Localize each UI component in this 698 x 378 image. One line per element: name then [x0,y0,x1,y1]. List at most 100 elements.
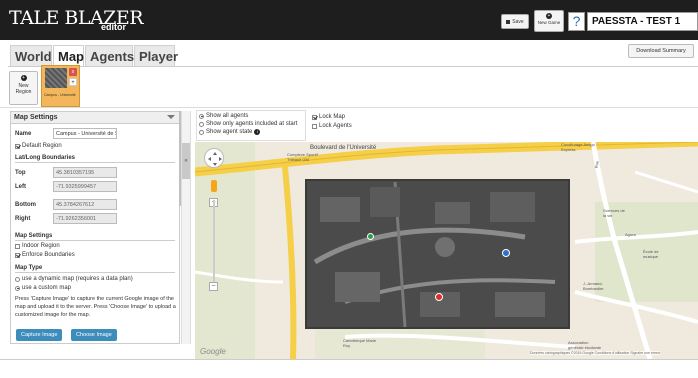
indoor-region-label: Indoor Region [22,243,60,249]
map-label-armand: J.-Armand-Bombardier [583,281,604,291]
help-button[interactable]: ? [568,12,585,31]
checkbox-icon [312,123,317,129]
top-label: Top [15,169,26,176]
plus-icon: + [546,13,552,19]
collapse-panel-icon[interactable]: « [182,143,190,179]
tab-player[interactable]: Player [134,45,178,67]
map-label-agora: Agora [625,232,636,237]
latlong-section-title: Lat/Long Boundaries [15,155,175,163]
save-button[interactable]: Save [501,14,529,29]
delete-region-icon[interactable]: x [69,68,77,76]
new-region-label: New Region [15,83,32,95]
save-icon [506,19,511,24]
map-settings-panel: Map Settings Name Campus - Université de… [10,111,180,344]
dynamic-map-label: use a dynamic map (requires a data plan) [22,276,133,282]
top-row: Top 45.3810357195 [15,167,117,178]
top-input: 45.3810357195 [53,167,117,178]
custom-map-radio[interactable]: use a custom map [15,285,71,291]
region-tile[interactable]: x + Campus - Université [41,65,80,107]
checkbox-icon [15,243,20,249]
enforce-boundaries-checkbox[interactable]: Enforce Boundaries [15,252,75,258]
show-included-agents-label: Show only agents included at start [206,121,298,127]
tab-agents[interactable]: Agents [85,45,134,67]
show-agent-state-label: Show agent state [206,129,253,135]
zoom-out-button[interactable]: − [209,282,218,291]
map-copyright: Données cartographiques ©2015 Google Con… [530,351,661,355]
show-all-agents-label: Show all agents [206,113,249,119]
collapse-icon[interactable] [167,115,175,119]
custom-map-label: use a custom map [22,285,72,291]
download-summary-button[interactable]: Download Summary [628,44,694,58]
bottom-label: Bottom [15,201,36,208]
right-input: -71.9262356001 [53,213,117,224]
google-logo: Google [200,347,226,356]
panel-header[interactable]: Map Settings [11,112,179,124]
panel-splitter[interactable]: « [181,111,191,344]
new-game-label: New Game [537,20,561,25]
agent-marker-blue[interactable] [502,249,510,257]
lock-map-label: Lock Map [319,114,346,120]
tab-map[interactable]: Map [53,45,84,67]
right-row: Right -71.9262356001 [15,213,117,224]
left-row: Left -71.9325999457 [15,181,117,192]
indoor-region-checkbox[interactable]: Indoor Region [15,243,60,249]
edit-region-icon[interactable]: + [69,78,77,86]
map-background [195,142,698,359]
radio-icon [199,113,204,119]
lock-map-checkbox[interactable]: Lock Map [312,114,345,120]
bottom-row: Bottom 45.3784267612 [15,199,117,210]
pan-arrows-icon [208,152,222,166]
lock-agents-checkbox[interactable]: Lock Agents [312,123,352,129]
dynamic-map-radio[interactable]: use a dynamic map (requires a data plan) [15,276,133,282]
top-bar: TALE BLAZER editor Save + New Game ? PAE… [0,0,698,40]
pan-control[interactable] [204,148,224,168]
new-region-button[interactable]: + New Region [9,71,38,105]
left-input: -71.9325999457 [53,181,117,192]
name-label: Name [15,130,32,137]
save-label: Save [512,18,524,25]
radio-icon [15,276,20,282]
right-label: Right [15,215,31,222]
tab-divider [8,66,698,67]
checkbox-icon [15,143,20,149]
map-canvas[interactable]: Boulevard de l'Université Complexe Sport… [195,142,698,359]
zoom-slider[interactable] [213,200,215,288]
lock-agents-label: Lock Agents [319,123,352,129]
region-name: Campus - Université [44,93,76,97]
show-included-agents-radio[interactable]: Show only agents included at start [199,121,297,127]
map-label-association: Association générale étudiante [568,340,602,350]
name-row: Name Campus - Université de S [15,128,117,139]
plus-icon: + [20,75,27,81]
region-thumbnail [45,68,67,88]
street-view-pegman-icon[interactable] [211,180,217,192]
name-input[interactable]: Campus - Université de S [53,128,117,139]
left-label: Left [15,183,26,190]
capture-image-button[interactable]: Capture Image [16,329,63,341]
agent-marker-green[interactable] [367,233,374,240]
info-icon[interactable]: i [254,129,261,135]
map-type-section-title: Map Type [15,265,175,273]
show-agent-state-radio[interactable]: Show agent state i [199,129,261,135]
map-label-sciences: Sciences de la vie [603,208,625,218]
checkbox-icon [312,114,317,120]
map-settings-section-title: Map Settings [15,233,175,241]
panel-title: Map Settings [14,114,58,121]
bottom-input: 45.3784267612 [53,199,117,210]
map-label-ecole: École de musique [643,249,659,259]
choose-image-button[interactable]: Choose Image [71,329,117,341]
bottom-divider [0,359,698,360]
new-game-button[interactable]: + New Game [534,10,564,32]
default-region-checkbox[interactable]: Default Region [15,143,62,149]
default-region-label: Default Region [22,143,62,149]
strip-divider [0,107,698,108]
radio-icon [199,121,204,127]
enforce-boundaries-label: Enforce Boundaries [22,252,75,258]
map-label-covoiturage: Covoiturage Amigo Express [561,142,595,152]
map-label-cartotheque: Cartothèque Marie Roy [343,338,377,348]
radio-icon [199,129,204,135]
show-all-agents-radio[interactable]: Show all agents [199,113,248,119]
road-label: Boulevard de l'Université [310,145,377,151]
radio-icon [15,285,20,291]
tab-world[interactable]: World [10,45,52,67]
agent-marker-red[interactable] [435,293,443,301]
